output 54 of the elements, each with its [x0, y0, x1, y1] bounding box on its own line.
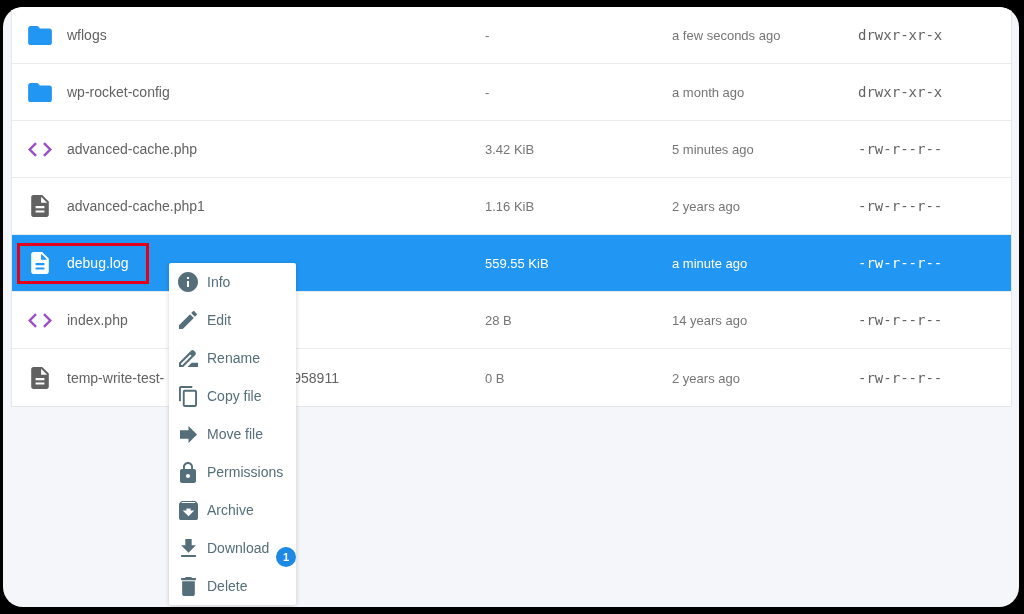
menu-item[interactable]: Move file	[169, 415, 296, 453]
archive-box-icon	[178, 500, 198, 520]
angle-brackets-icon	[28, 312, 52, 328]
modified-time: 5 minutes ago	[672, 142, 754, 157]
file-name[interactable]: debug.log	[67, 255, 129, 271]
permissions-text: -rw-r--r--	[858, 198, 943, 214]
file-name[interactable]: advanced-cache.php1	[67, 198, 205, 214]
file-name[interactable]: wflogs	[67, 27, 107, 43]
lock-icon	[180, 461, 196, 483]
permissions-text: drwxr-xr-x	[858, 84, 943, 100]
modified-time: a month ago	[672, 85, 745, 100]
menu-item[interactable]: Download 1	[169, 529, 296, 567]
file-size: 3.42 KiB	[485, 142, 535, 157]
menu-item[interactable]: Copy file	[169, 377, 296, 415]
pencil-outline-icon	[178, 349, 198, 367]
menu-item[interactable]: Rename	[169, 339, 296, 377]
document-icon	[31, 252, 49, 274]
file-size: -	[485, 85, 490, 100]
file-size: 0 B	[485, 370, 505, 386]
file-name[interactable]: advanced-cache.php	[67, 141, 197, 157]
menu-item[interactable]: Delete	[169, 567, 296, 605]
modified-time: 2 years ago	[672, 199, 740, 214]
file-size: 1.16 KiB	[485, 199, 535, 214]
modified-time: 2 years ago	[672, 370, 740, 386]
menu-item[interactable]: Archive	[169, 491, 296, 529]
menu-item[interactable]: Info	[169, 263, 296, 301]
modified-time: a few seconds ago	[672, 28, 781, 43]
document-icon	[31, 366, 49, 389]
file-size: 28 B	[485, 313, 512, 328]
step-badge: 1	[276, 547, 296, 567]
file-name[interactable]: index.php	[67, 312, 128, 328]
download-icon	[180, 539, 196, 557]
arrow-right-icon	[179, 425, 197, 443]
permissions-text: -rw-r--r--	[858, 369, 943, 386]
permissions-text: -rw-r--r--	[858, 255, 943, 271]
permissions-text: drwxr-xr-x	[858, 27, 943, 43]
menu-item[interactable]: Permissions	[169, 453, 296, 491]
angle-brackets-icon	[28, 141, 52, 157]
permissions-text: -rw-r--r--	[858, 312, 943, 328]
document-icon	[31, 195, 49, 217]
folder-icon	[28, 82, 52, 102]
modified-time: 14 years ago	[672, 313, 748, 328]
modified-time: a minute ago	[672, 256, 748, 271]
folder-icon	[28, 25, 52, 45]
file-size: 559.55 KiB	[485, 256, 549, 271]
file-name[interactable]: temp-write-test-	[67, 369, 165, 386]
file-name[interactable]: wp-rocket-config	[67, 84, 170, 100]
pencil-icon	[179, 311, 197, 329]
menu-item[interactable]: Edit	[169, 301, 296, 339]
info-icon	[178, 272, 198, 292]
permissions-text: -rw-r--r--	[858, 141, 943, 157]
copy-icon	[179, 385, 197, 407]
trash-icon	[180, 576, 196, 596]
file-size: -	[485, 28, 490, 43]
